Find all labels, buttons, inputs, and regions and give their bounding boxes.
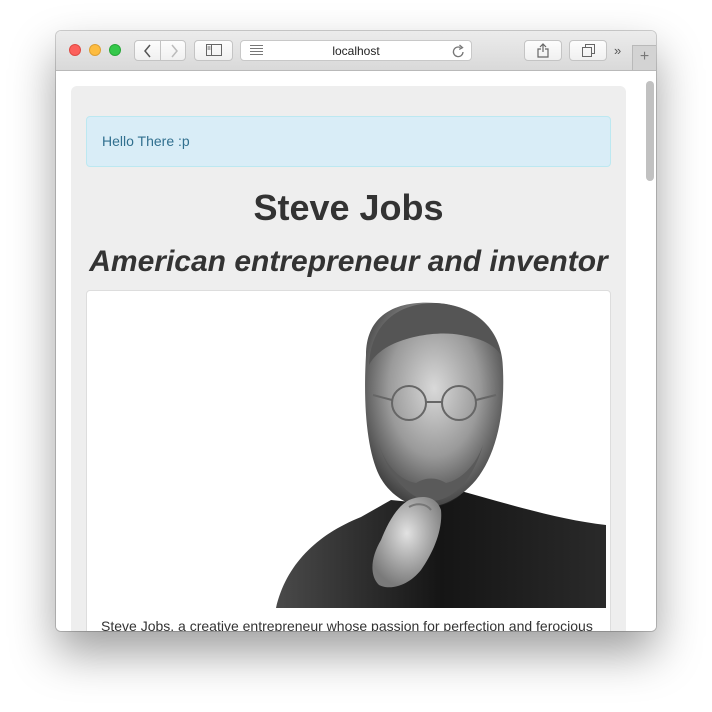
caption-text: Steve Jobs, a creative entrepreneur whos…	[101, 618, 593, 631]
chevron-left-icon	[143, 44, 151, 58]
page-title: Steve Jobs	[253, 187, 444, 228]
address-text: localhost	[332, 44, 380, 58]
web-page: Hello There :p Steve Jobs American entre…	[56, 71, 656, 631]
sidebar-button[interactable]	[194, 40, 233, 61]
portrait-image	[91, 295, 606, 608]
alert-banner: Hello There :p	[86, 116, 611, 167]
more-toolbar-items-icon[interactable]: »	[614, 43, 621, 58]
thumbnail-card: Steve Jobs, a creative entrepreneur whos…	[86, 290, 611, 631]
reload-icon[interactable]	[452, 42, 465, 62]
chevron-right-icon	[170, 44, 178, 58]
page-subtitle: American entrepreneur and inventor	[89, 245, 608, 278]
address-bar[interactable]: localhost	[240, 40, 472, 61]
back-button[interactable]	[135, 41, 161, 60]
minimize-window-button[interactable]	[89, 44, 101, 56]
tabs-icon	[581, 44, 595, 57]
page-scrollbar[interactable]	[646, 81, 654, 181]
forward-button[interactable]	[161, 41, 186, 60]
new-tab-button[interactable]: +	[632, 45, 656, 70]
browser-toolbar: localhost » +	[56, 31, 656, 71]
jumbotron: Hello There :p Steve Jobs American entre…	[71, 86, 626, 631]
close-window-button[interactable]	[69, 44, 81, 56]
share-button[interactable]	[524, 40, 562, 61]
browser-window: localhost » + Hello There :p Steve Jobs …	[56, 31, 656, 631]
share-icon	[537, 43, 549, 58]
tabs-overview-button[interactable]	[569, 40, 607, 61]
sidebar-icon	[205, 44, 222, 56]
navigation-buttons	[134, 40, 186, 61]
zoom-window-button[interactable]	[109, 44, 121, 56]
